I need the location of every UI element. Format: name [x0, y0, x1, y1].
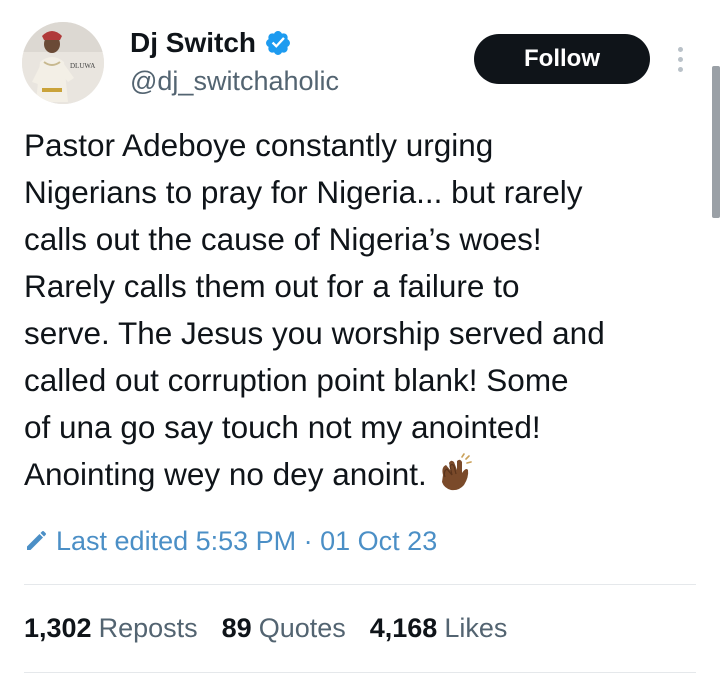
- tweet-text-container: Pastor Adeboye constantly urging Nigeria…: [24, 122, 696, 498]
- stat-reposts[interactable]: 1,302 Reposts: [24, 608, 198, 648]
- reposts-label: Reposts: [98, 613, 198, 643]
- more-dot: [677, 56, 683, 62]
- reposts-count: 1,302: [24, 613, 92, 643]
- tweet-header: DLUWA Dj Switch @dj_switchaholic Follow: [22, 22, 683, 106]
- stat-quotes[interactable]: 89 Quotes: [222, 608, 346, 648]
- scrollbar[interactable]: [712, 66, 720, 218]
- pencil-icon: [27, 531, 46, 550]
- tweet-page: DLUWA Dj Switch @dj_switchaholic Follow …: [0, 0, 720, 696]
- engagement-stats: 1,302 Reposts 89 Quotes 4,168 Likes: [24, 608, 507, 648]
- last-edited-row[interactable]: Last edited 5:53 PM · 01 Oct 23: [24, 522, 437, 560]
- author-handle[interactable]: @dj_switchaholic: [130, 64, 339, 98]
- quotes-label: Quotes: [258, 613, 346, 643]
- avatar-caption: DLUWA: [70, 62, 95, 70]
- author-display-name[interactable]: Dj Switch: [130, 26, 256, 60]
- avatar-image: DLUWA: [22, 22, 104, 104]
- author-name-row: Dj Switch: [130, 26, 292, 60]
- likes-count: 4,168: [369, 613, 438, 643]
- tweet-text: Pastor Adeboye constantly urging Nigeria…: [24, 127, 605, 492]
- divider-top: [24, 584, 696, 585]
- follow-button[interactable]: Follow: [474, 34, 650, 84]
- clapping-hands-icon: [441, 453, 472, 491]
- avatar[interactable]: DLUWA: [22, 22, 104, 104]
- quotes-count: 89: [221, 613, 252, 643]
- stat-likes[interactable]: 4,168 Likes: [370, 608, 508, 648]
- more-dot: [677, 46, 683, 52]
- divider-bottom: [24, 672, 696, 673]
- likes-label: Likes: [444, 613, 508, 643]
- last-edited-text: Last edited 5:53 PM · 01 Oct 23: [56, 526, 438, 556]
- more-dot: [677, 66, 683, 72]
- more-options-icon[interactable]: [668, 36, 692, 82]
- verified-badge-icon: [266, 31, 290, 55]
